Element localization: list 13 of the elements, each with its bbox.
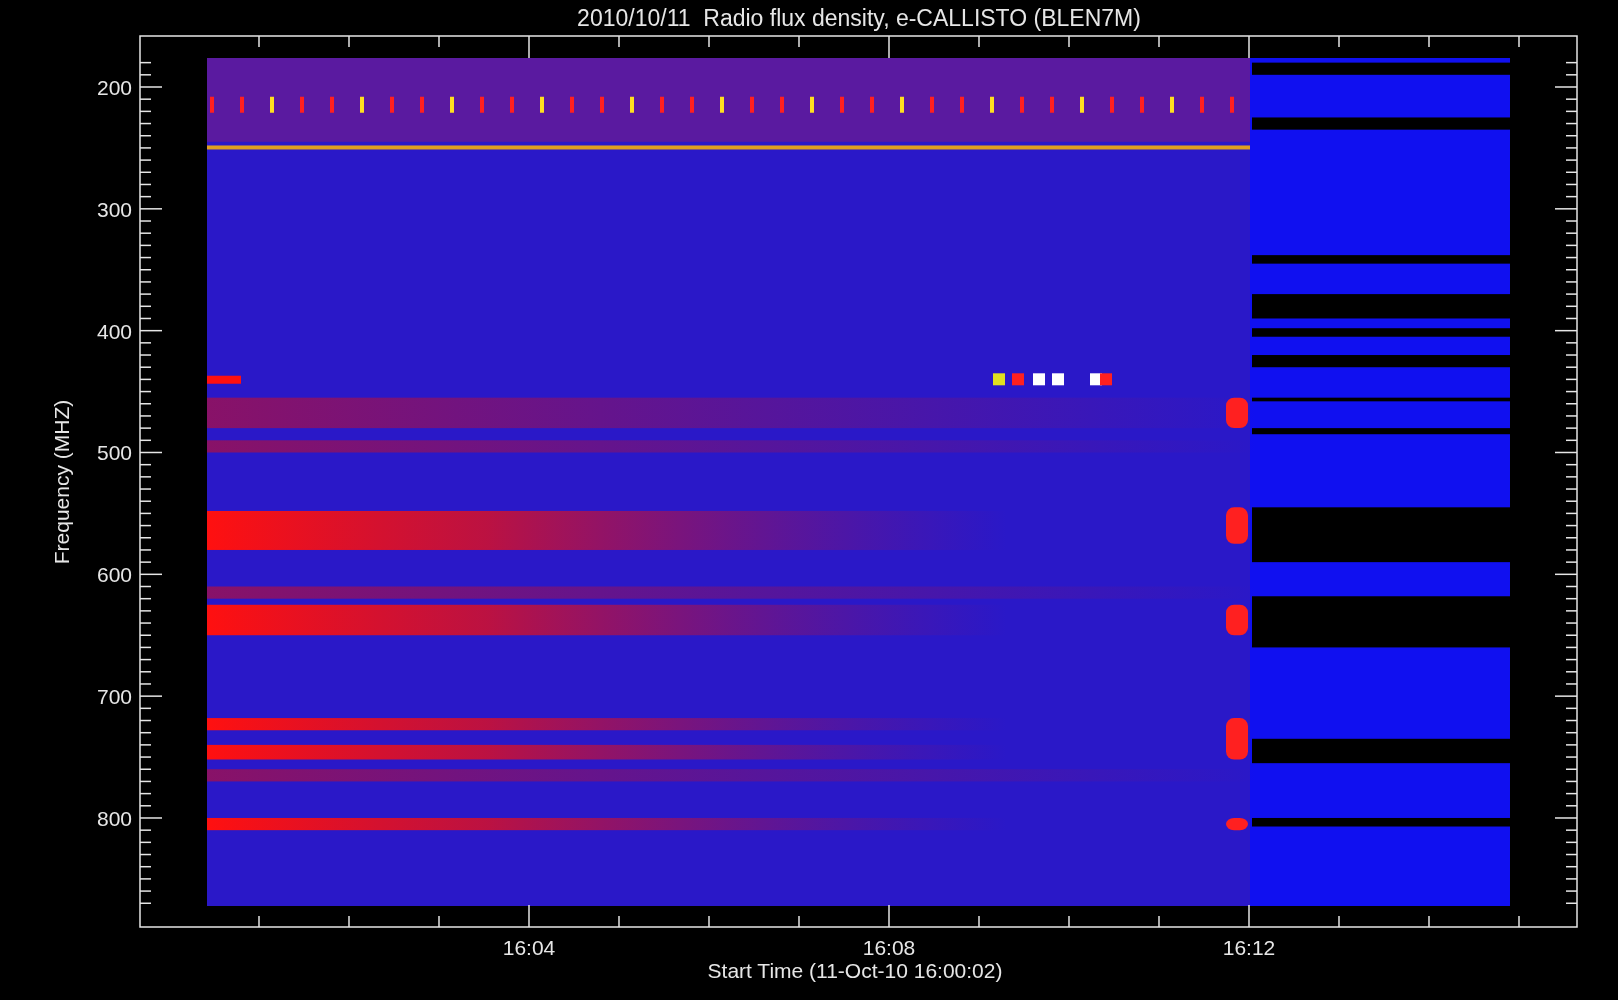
x-tick-label: 16:12 bbox=[1222, 936, 1276, 959]
y-tick-label: 800 bbox=[96, 807, 132, 830]
y-tick-label: 600 bbox=[96, 563, 132, 587]
y-axis-label: Frequency (MHZ) bbox=[50, 399, 73, 565]
y-tick-label: 500 bbox=[96, 441, 132, 465]
x-tick-label: 16:04 bbox=[502, 936, 556, 959]
y-tick-label: 400 bbox=[96, 319, 132, 343]
chart-title: 2010/10/11 Radio flux density, e-CALLISTO (BLEN7M) bbox=[577, 5, 1141, 31]
x-tick-label: 16:08 bbox=[862, 936, 916, 959]
y-tick-label: 200 bbox=[96, 76, 132, 99]
y-tick-label: 700 bbox=[96, 685, 132, 709]
y-tick-label: 300 bbox=[96, 197, 132, 221]
x-axis-label: Start Time (11-Oct-10 16:00:02) bbox=[707, 959, 1003, 982]
